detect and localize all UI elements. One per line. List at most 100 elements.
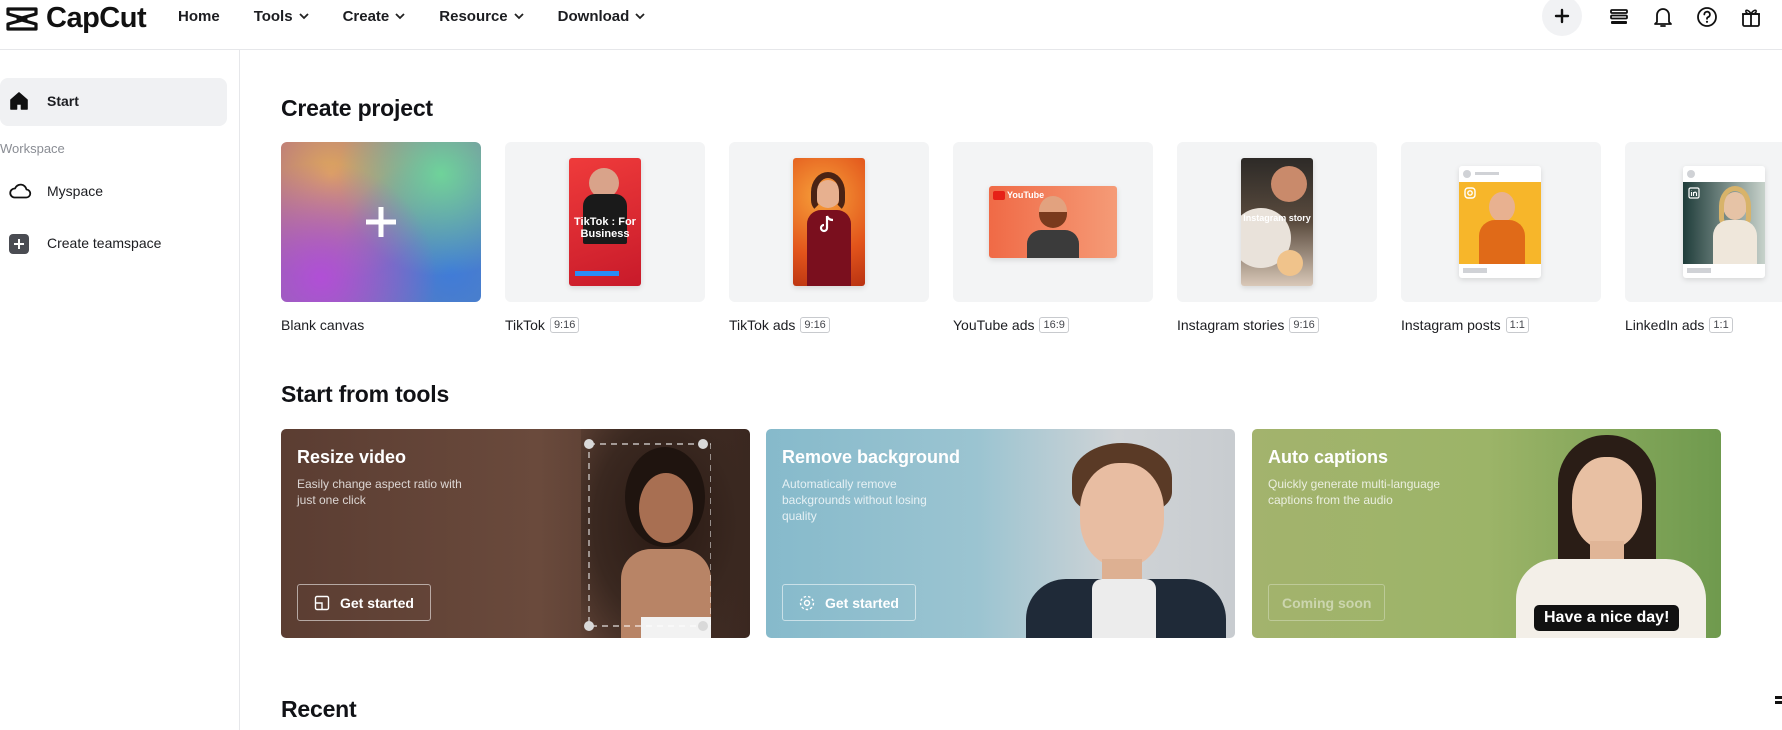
- template-label: TikTok: [505, 317, 545, 333]
- tiktok-thumbnail: TikTok : For Business: [505, 142, 705, 302]
- new-project-button[interactable]: [1542, 0, 1582, 36]
- nav-tools-label: Tools: [253, 8, 293, 25]
- scrollbar-handle[interactable]: [1775, 690, 1782, 710]
- tool-button-label: Coming soon: [1282, 594, 1372, 611]
- tool-title: Remove background: [782, 447, 961, 467]
- start-from-tools-title: Start from tools: [281, 381, 450, 407]
- youtube-ads-preview-image: YouTube: [989, 186, 1117, 258]
- linkedin-ads-preview-image: [1683, 166, 1765, 278]
- tool-description: Easily change aspect ratio with just one…: [297, 477, 462, 507]
- youtube-thumb-text: YouTube: [1007, 190, 1045, 200]
- aspect-ratio-badge: 9:16: [800, 317, 830, 333]
- gift-icon: [1742, 9, 1760, 27]
- chevron-down-icon: [635, 13, 645, 20]
- sidebar-item-start[interactable]: Start: [0, 78, 227, 126]
- instagram-stories-preview-image: Instagram story: [1241, 158, 1313, 286]
- youtube-ads-thumbnail: YouTube: [953, 142, 1153, 302]
- template-card-youtube-ads[interactable]: YouTube YouTube ads 16:9: [953, 142, 1153, 333]
- tiktok-thumb-text: TikTok : For Business: [574, 216, 636, 240]
- tool-card-auto-captions[interactable]: Auto captions Quickly generate multi-lan…: [1252, 429, 1721, 638]
- template-card-tiktok-ads[interactable]: TikTok ads 9:16: [729, 142, 929, 333]
- plus-icon: [366, 207, 396, 237]
- sidebar: Start Workspace Myspace Create teamspace: [0, 50, 240, 730]
- recent-title: Recent: [281, 696, 357, 722]
- linkedin-logo-icon: [1688, 187, 1700, 199]
- aspect-ratio-badge: 1:1: [1709, 317, 1733, 333]
- template-label: YouTube ads: [953, 317, 1035, 333]
- tool-title: Auto captions: [1268, 447, 1388, 467]
- nav-home[interactable]: Home: [178, 8, 220, 25]
- nav-create-label: Create: [342, 8, 390, 25]
- nav-home-label: Home: [178, 8, 220, 25]
- brand-name: CapCut: [46, 2, 147, 34]
- tool-card-remove-background[interactable]: Remove background Automatically remove b…: [766, 429, 1235, 638]
- plus-icon: [1554, 8, 1570, 24]
- main-nav: Home Tools Create Resource Download: [178, 8, 645, 25]
- tiktok-logo-icon: [819, 215, 834, 233]
- remove-background-person-image: [1016, 429, 1235, 638]
- help-button[interactable]: [1694, 4, 1720, 30]
- template-card-instagram-posts[interactable]: Instagram posts 1:1: [1401, 142, 1601, 333]
- tiktok-ads-thumbnail: [729, 142, 929, 302]
- layers-button[interactable]: [1606, 4, 1632, 30]
- instagram-posts-preview-image: [1459, 166, 1541, 278]
- template-card-blank-canvas[interactable]: Blank canvas: [281, 142, 481, 333]
- template-card-linkedin-ads[interactable]: LinkedIn ads 1:1: [1625, 142, 1782, 333]
- tiktok-ads-preview-image: [793, 158, 865, 286]
- create-project-title: Create project: [281, 95, 433, 121]
- auto-captions-coming-soon-button[interactable]: Coming soon: [1268, 584, 1386, 621]
- linkedin-ads-thumbnail: [1625, 142, 1782, 302]
- template-label: Blank canvas: [281, 317, 365, 333]
- notifications-button[interactable]: [1650, 4, 1676, 30]
- chevron-down-icon: [395, 13, 405, 20]
- template-card-instagram-stories[interactable]: Instagram story Instagram stories 9:16: [1177, 142, 1377, 333]
- capcut-logo[interactable]: CapCut: [6, 2, 147, 35]
- home-icon: [10, 92, 28, 110]
- nav-resource-label: Resource: [439, 8, 508, 25]
- chevron-down-icon: [514, 13, 524, 20]
- tiktok-preview-image: TikTok : For Business: [569, 158, 641, 286]
- instagram-stories-thumbnail: Instagram story: [1177, 142, 1377, 302]
- instagram-thumb-text: Instagram story: [1243, 213, 1311, 223]
- blank-canvas-thumbnail: [281, 142, 481, 302]
- instagram-logo-icon: [1464, 187, 1476, 199]
- grid-icon: [1775, 696, 1782, 704]
- layers-icon: [1610, 9, 1628, 24]
- sidebar-item-label: Create teamspace: [47, 235, 162, 251]
- tool-title: Resize video: [297, 447, 407, 467]
- plus-square-icon: [9, 234, 29, 254]
- template-label: Instagram posts: [1401, 317, 1501, 333]
- nav-create[interactable]: Create: [343, 8, 406, 25]
- cloud-icon: [9, 183, 32, 199]
- chevron-down-icon: [298, 13, 309, 20]
- workspace-section-label: Workspace: [0, 141, 65, 156]
- sidebar-start-label: Start: [47, 93, 79, 109]
- tool-card-resize-video[interactable]: Resize video Easily change aspect ratio …: [281, 429, 750, 638]
- sidebar-item-myspace[interactable]: Myspace: [0, 171, 227, 211]
- template-card-tiktok[interactable]: TikTok : For Business TikTok 9:16: [505, 142, 705, 333]
- capcut-logo-icon: [6, 6, 38, 31]
- resize-icon: [314, 595, 330, 610]
- tool-description: Automatically remove backgrounds without…: [782, 477, 927, 523]
- sidebar-item-label: Myspace: [47, 183, 104, 199]
- nav-tools[interactable]: Tools: [254, 8, 309, 25]
- aspect-ratio-badge: 1:1: [1505, 317, 1529, 333]
- sidebar-item-create-teamspace[interactable]: Create teamspace: [0, 223, 227, 263]
- caption-overlay: Have a nice day!: [1534, 605, 1680, 631]
- instagram-posts-thumbnail: [1401, 142, 1601, 302]
- aspect-ratio-badge: 9:16: [1289, 317, 1319, 333]
- crop-frame-overlay: [584, 439, 711, 631]
- template-label: LinkedIn ads: [1625, 317, 1705, 333]
- nav-resource[interactable]: Resource: [439, 8, 524, 25]
- resize-video-get-started-button[interactable]: Get started: [297, 584, 431, 621]
- aspect-ratio-badge: 9:16: [549, 317, 580, 333]
- help-icon: [1697, 7, 1717, 27]
- template-label: Instagram stories: [1177, 317, 1285, 333]
- nav-download[interactable]: Download: [558, 8, 646, 25]
- tool-button-label: Get started: [825, 594, 899, 611]
- aspect-ratio-badge: 16:9: [1039, 317, 1069, 333]
- magic-remove-icon: [799, 595, 815, 610]
- nav-download-label: Download: [557, 8, 630, 25]
- remove-background-get-started-button[interactable]: Get started: [782, 584, 916, 621]
- gift-button[interactable]: [1738, 4, 1764, 30]
